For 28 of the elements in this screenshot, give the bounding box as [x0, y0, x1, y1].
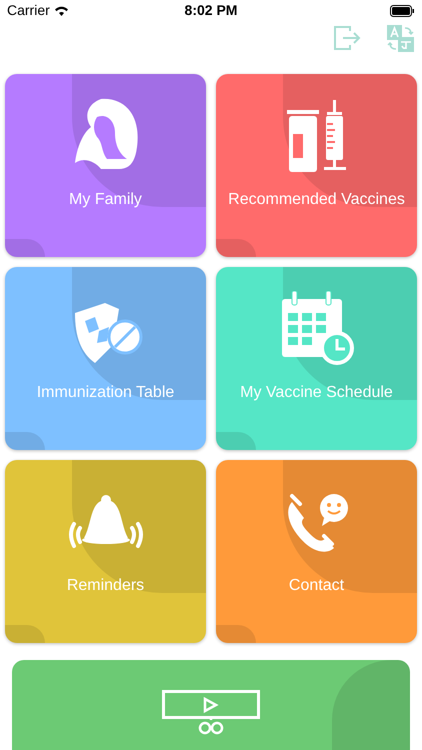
calendar-clock-icon — [280, 291, 354, 365]
background-shape — [216, 625, 256, 643]
clock-time: 8:02 PM — [184, 1, 238, 20]
wifi-icon — [54, 5, 69, 16]
background-shape — [5, 239, 45, 257]
background-shape — [216, 239, 256, 257]
background-shape — [5, 432, 45, 450]
tile-label: My Family — [68, 190, 143, 210]
video-tile[interactable] — [12, 660, 410, 750]
menu-tile[interactable]: Reminders — [5, 460, 206, 643]
vial-and-syringe-icon — [284, 100, 348, 172]
background-shape — [216, 432, 256, 450]
carrier-label: Carrier — [7, 1, 50, 20]
battery-icon — [390, 4, 415, 16]
tile-label: Immunization Table — [36, 383, 176, 403]
tile-label: Contact — [288, 576, 346, 596]
logout-icon[interactable] — [333, 25, 361, 51]
tile-label: My Vaccine Schedule — [239, 383, 394, 403]
tile-label: Recommended Vaccines — [227, 190, 406, 210]
tile-label: Reminders — [66, 576, 146, 596]
translate-icon[interactable] — [387, 24, 414, 52]
menu-tile[interactable]: Recommended Vaccines — [216, 74, 417, 257]
menu-tile[interactable]: Immunization Table — [5, 267, 206, 450]
menu-tile[interactable]: My Family — [5, 74, 206, 257]
menu-tile[interactable]: My Vaccine Schedule — [216, 267, 417, 450]
video-player-icon — [162, 690, 260, 736]
background-shape — [5, 625, 45, 643]
menu-tile[interactable]: Contact — [216, 460, 417, 643]
